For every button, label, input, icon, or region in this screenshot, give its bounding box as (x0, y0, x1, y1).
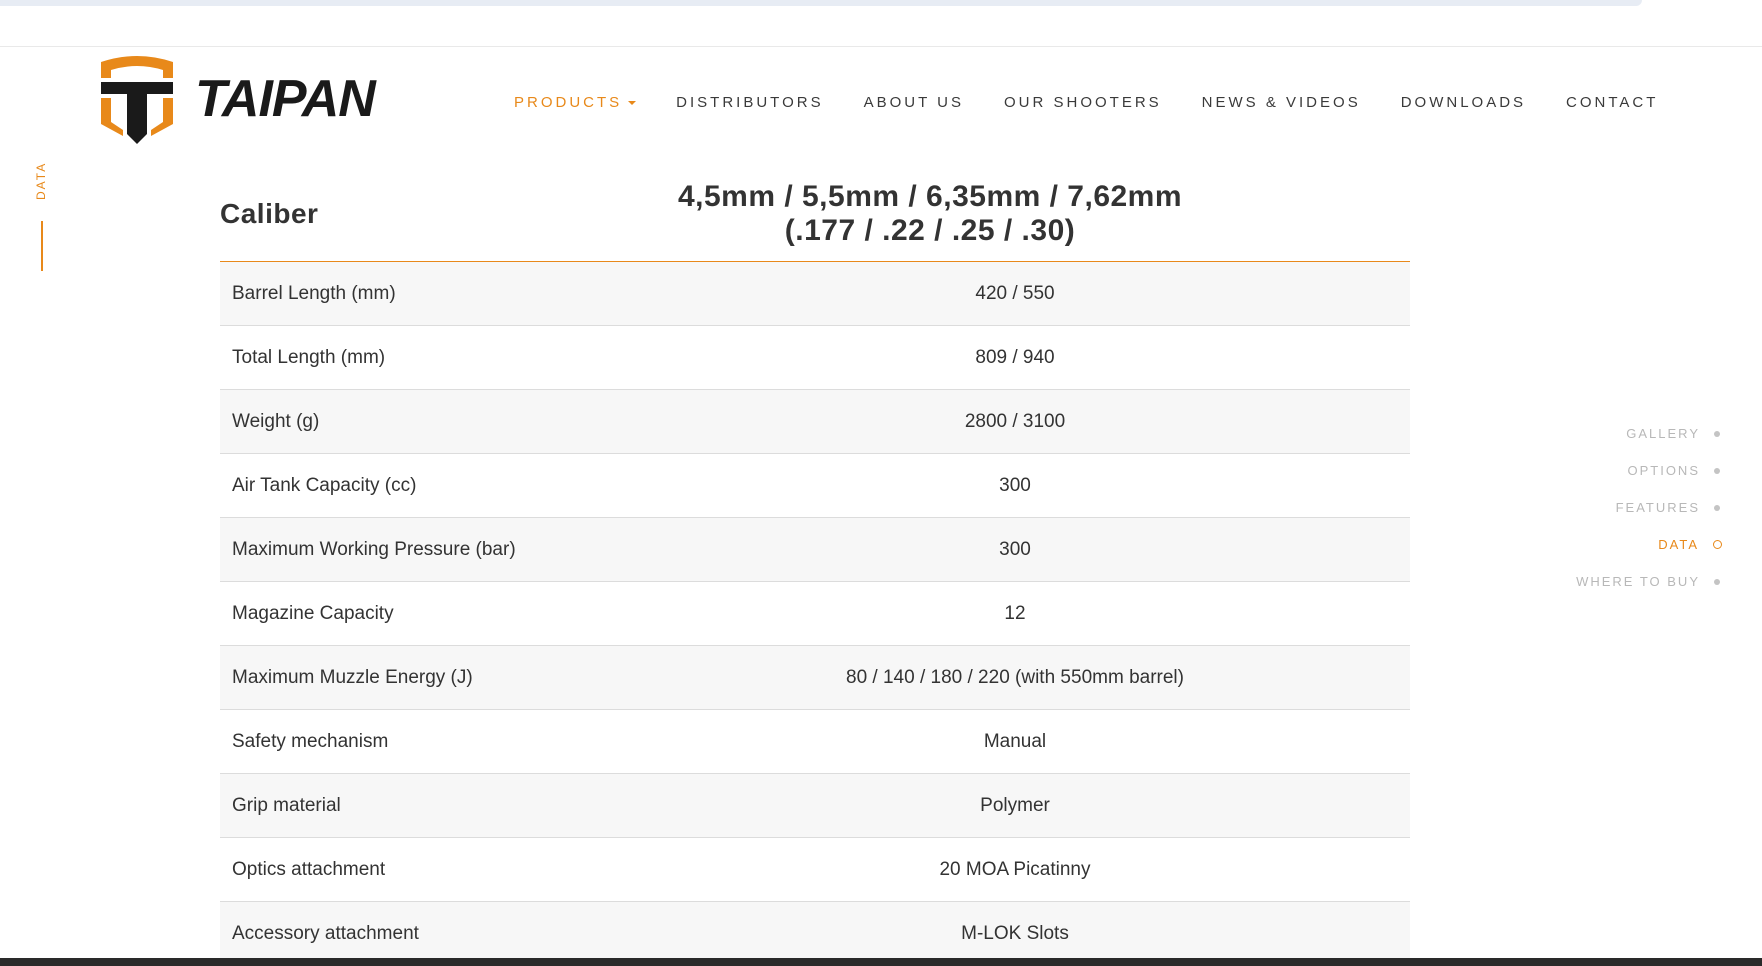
vertical-section-label: DATA (34, 160, 50, 200)
row-label: Magazine Capacity (232, 602, 394, 624)
row-label: Barrel Length (mm) (232, 282, 396, 304)
side-nav-label: OPTIONS (1627, 463, 1700, 478)
row-label: Safety mechanism (232, 730, 389, 752)
row-value: 20 MOA Picatinny (939, 858, 1091, 880)
caliber-value-line1: 4,5mm / 5,5mm / 6,35mm / 7,62mm (677, 179, 1183, 213)
dot-icon (1714, 578, 1720, 585)
table-row: Weight (g) 2800 / 3100 (220, 390, 1410, 454)
caliber-label: Caliber (220, 197, 319, 229)
dot-icon (1714, 467, 1720, 474)
row-value: 300 (999, 538, 1031, 560)
nav-about-us[interactable]: ABOUT US (864, 94, 964, 111)
row-label: Grip material (232, 794, 341, 816)
table-row: Maximum Muzzle Energy (J) 80 / 140 / 180 … (220, 646, 1410, 710)
dot-icon (1714, 504, 1720, 511)
row-value: 300 (999, 474, 1031, 496)
section-indicator-line (41, 221, 43, 271)
brand-name: TAIPAN (195, 70, 376, 128)
row-label: Air Tank Capacity (cc) (232, 474, 417, 496)
taipan-shield-icon (101, 56, 173, 144)
section-side-nav: GALLERY OPTIONS FEATURES DATA WHERE TO B… (1576, 415, 1722, 600)
side-nav-where-to-buy[interactable]: WHERE TO BUY (1576, 563, 1722, 600)
specs-rows: Barrel Length (mm) 420 / 550 Total Length… (220, 262, 1410, 966)
table-row: Optics attachment 20 MOA Picatinny (220, 838, 1410, 902)
browser-top-strip (0, 0, 1642, 6)
row-value: 2800 / 3100 (964, 410, 1066, 432)
table-row: Safety mechanism Manual (220, 710, 1410, 774)
header-divider (0, 46, 1762, 47)
nav-products[interactable]: PRODUCTS (514, 93, 637, 111)
caliber-value-line2: (.177 / .22 / .25 / .30) (784, 213, 1076, 247)
row-label: Total Length (mm) (232, 346, 386, 368)
side-nav-label: FEATURES (1615, 500, 1700, 515)
nav-contact[interactable]: CONTACT (1566, 94, 1658, 111)
row-label: Maximum Muzzle Energy (J) (232, 666, 473, 688)
row-value: Polymer (980, 794, 1050, 816)
table-row: Air Tank Capacity (cc) 300 (220, 454, 1410, 518)
row-label: Optics attachment (232, 858, 386, 880)
side-nav-options[interactable]: OPTIONS (1576, 452, 1722, 489)
table-row: Grip material Polymer (220, 774, 1410, 838)
specs-table: Caliber 4,5mm / 5,5mm / 6,35mm / 7,62mm … (220, 166, 1410, 966)
table-row: Maximum Working Pressure (bar) 300 (220, 518, 1410, 582)
section-label-text: DATA (34, 161, 48, 200)
side-nav-label: GALLERY (1626, 426, 1700, 441)
caliber-value: 4,5mm / 5,5mm / 6,35mm / 7,62mm (.177 / … (450, 180, 1410, 248)
table-row: Barrel Length (mm) 420 / 550 (220, 262, 1410, 326)
table-row: Accessory attachment M-LOK Slots (220, 902, 1410, 966)
nav-distributors[interactable]: DISTRIBUTORS (676, 94, 823, 111)
bottom-bar (0, 958, 1762, 966)
row-value: 12 (1004, 602, 1026, 624)
nav-news-videos[interactable]: NEWS & VIDEOS (1202, 94, 1361, 111)
row-value: Manual (983, 730, 1047, 752)
taipan-logo[interactable]: TAIPAN (95, 56, 376, 148)
side-nav-gallery[interactable]: GALLERY (1576, 415, 1722, 452)
dot-icon (1714, 430, 1720, 437)
table-row: Total Length (mm) 809 / 940 (220, 326, 1410, 390)
row-label: Maximum Working Pressure (bar) (232, 538, 516, 560)
ring-icon (1713, 540, 1722, 549)
specs-header-row: Caliber 4,5mm / 5,5mm / 6,35mm / 7,62mm … (220, 166, 1410, 262)
row-label: Accessory attachment (232, 922, 419, 944)
row-label: Weight (g) (232, 410, 320, 432)
row-value: 809 / 940 (975, 346, 1055, 368)
side-nav-label: WHERE TO BUY (1576, 574, 1700, 589)
row-value: 80 / 140 / 180 / 220 (with 550mm barrel) (846, 666, 1184, 688)
side-nav-features[interactable]: FEATURES (1576, 489, 1722, 526)
chevron-down-icon (628, 100, 637, 105)
row-value: 420 / 550 (975, 282, 1055, 304)
main-navigation: PRODUCTS DISTRIBUTORS ABOUT US OUR SHOOT… (514, 92, 1698, 112)
nav-products-label: PRODUCTS (514, 93, 623, 111)
row-value: M-LOK Slots (961, 922, 1069, 944)
nav-our-shooters[interactable]: OUR SHOOTERS (1004, 94, 1162, 111)
side-nav-data[interactable]: DATA (1576, 526, 1722, 563)
side-nav-label: DATA (1658, 537, 1699, 552)
nav-downloads[interactable]: DOWNLOADS (1401, 94, 1526, 111)
table-row: Magazine Capacity 12 (220, 582, 1410, 646)
